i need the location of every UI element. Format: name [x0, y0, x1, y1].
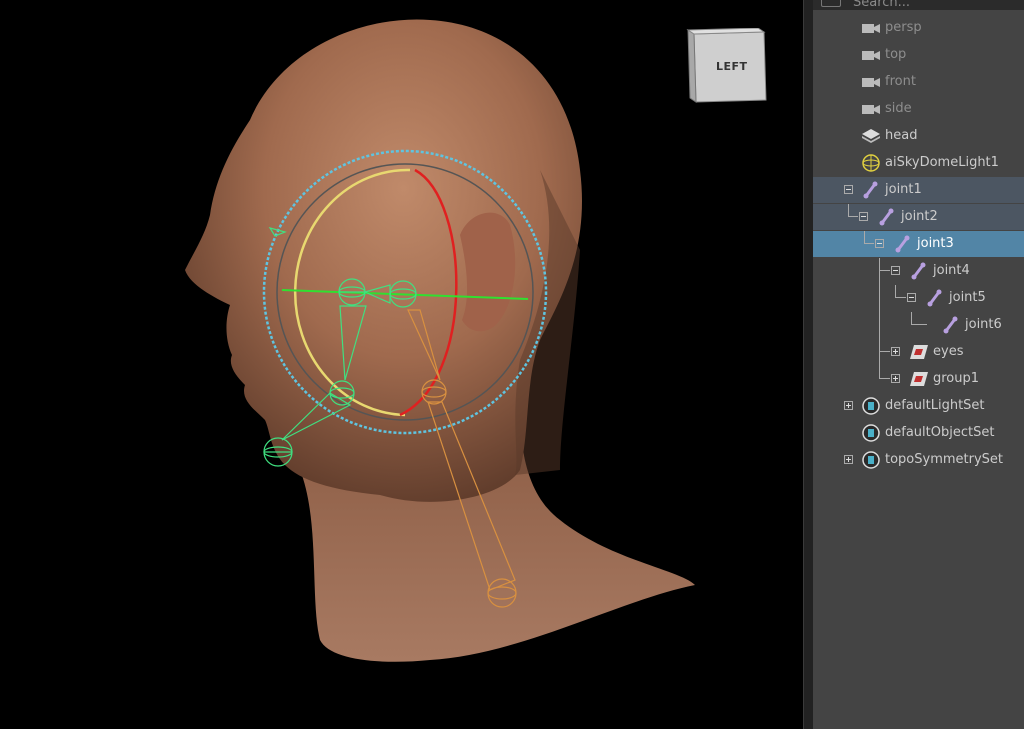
outliner-item-joint1[interactable]: joint1: [813, 177, 1024, 203]
tree-line: [879, 312, 880, 339]
set-icon: [862, 451, 880, 469]
view-cube-label: LEFT: [716, 60, 748, 73]
group-icon: [910, 345, 928, 359]
tree-line: [895, 297, 906, 298]
outliner-item-group1[interactable]: group1: [813, 366, 1024, 392]
outliner-item-label: joint5: [949, 290, 986, 305]
outliner-item-label: head: [885, 128, 918, 143]
camera-icon: [862, 105, 880, 114]
joint-icon: [911, 262, 926, 280]
outliner-item-label: group1: [933, 371, 980, 386]
outliner-item-label: joint1: [885, 182, 922, 197]
outliner-item-label: side: [885, 101, 912, 116]
expand-toggle[interactable]: [844, 455, 853, 464]
tree-line: [879, 339, 880, 366]
outliner-item-front[interactable]: front: [813, 69, 1024, 95]
outliner-item-label: eyes: [933, 344, 964, 359]
tree-line: [879, 285, 880, 312]
outliner-item-toposymmetryset[interactable]: topoSymmetrySet: [813, 447, 1024, 473]
collapse-toggle[interactable]: [844, 185, 853, 194]
camera-icon: [862, 24, 880, 33]
search-input[interactable]: Search...: [853, 0, 910, 10]
expand-toggle[interactable]: [891, 347, 900, 356]
outliner-item-joint2[interactable]: joint2: [813, 204, 1024, 230]
outliner-panel: Search... persp top front side head aiSk…: [813, 0, 1024, 729]
tree-line: [864, 243, 874, 244]
outliner-item-label: joint3: [917, 236, 954, 251]
outliner-item-aiskydomelight1[interactable]: aiSkyDomeLight1: [813, 150, 1024, 176]
light-icon: [862, 154, 880, 172]
outliner-item-defaultobjectset[interactable]: defaultObjectSet: [813, 420, 1024, 446]
camera-icon: [862, 78, 880, 87]
outliner-item-label: defaultLightSet: [885, 398, 985, 413]
set-icon: [862, 397, 880, 415]
outliner-item-joint4[interactable]: joint4: [813, 258, 1024, 285]
search-bar[interactable]: Search...: [813, 0, 1024, 10]
viewport-3d[interactable]: LEFT: [0, 0, 803, 729]
outliner-item-label: joint4: [933, 263, 970, 278]
set-icon: [862, 424, 880, 442]
outliner-item-label: joint2: [901, 209, 938, 224]
viewport-scene[interactable]: [0, 0, 803, 729]
camera-icon: [862, 51, 880, 60]
collapse-toggle[interactable]: [891, 266, 900, 275]
outliner-item-label: aiSkyDomeLight1: [885, 155, 999, 170]
outliner-item-joint5[interactable]: joint5: [813, 285, 1024, 312]
expand-toggle[interactable]: [844, 401, 853, 410]
outliner-item-label: joint6: [965, 317, 1002, 332]
outliner-item-label: persp: [885, 20, 922, 35]
outliner-item-persp[interactable]: persp: [813, 15, 1024, 41]
outliner-item-head[interactable]: head: [813, 123, 1024, 149]
tree-line: [911, 324, 927, 325]
maya-window: LEFT Search... persp top front side head: [0, 0, 1024, 729]
collapse-toggle[interactable]: [875, 239, 884, 248]
outliner-item-eyes[interactable]: eyes: [813, 339, 1024, 366]
joint-icon: [943, 316, 958, 334]
expand-toggle[interactable]: [891, 374, 900, 383]
tree-line: [879, 378, 890, 379]
outliner-item-label: topoSymmetrySet: [885, 452, 1004, 467]
outliner-item-defaultlightset[interactable]: defaultLightSet: [813, 393, 1024, 419]
mesh-icon: [862, 129, 880, 143]
group-icon: [910, 372, 928, 386]
tree-line: [879, 258, 880, 285]
joint-icon: [879, 208, 894, 226]
tree-line: [879, 351, 890, 352]
view-cube[interactable]: LEFT: [686, 28, 770, 104]
outliner-item-label: defaultObjectSet: [885, 425, 995, 440]
tree-line: [848, 216, 858, 217]
filter-icon[interactable]: [821, 0, 841, 7]
outliner-item-side[interactable]: side: [813, 96, 1024, 122]
joint-icon: [927, 289, 942, 307]
outliner-item-joint6[interactable]: joint6: [813, 312, 1024, 339]
joint-icon: [895, 235, 910, 253]
collapse-toggle[interactable]: [907, 293, 916, 302]
collapse-toggle[interactable]: [859, 212, 868, 221]
outliner-item-label: top: [885, 47, 907, 62]
outliner-item-top[interactable]: top: [813, 42, 1024, 68]
tree-line: [879, 270, 890, 271]
outliner-item-joint3[interactable]: joint3: [813, 231, 1024, 257]
joint-icon: [863, 181, 878, 199]
outliner-item-label: front: [885, 74, 916, 89]
